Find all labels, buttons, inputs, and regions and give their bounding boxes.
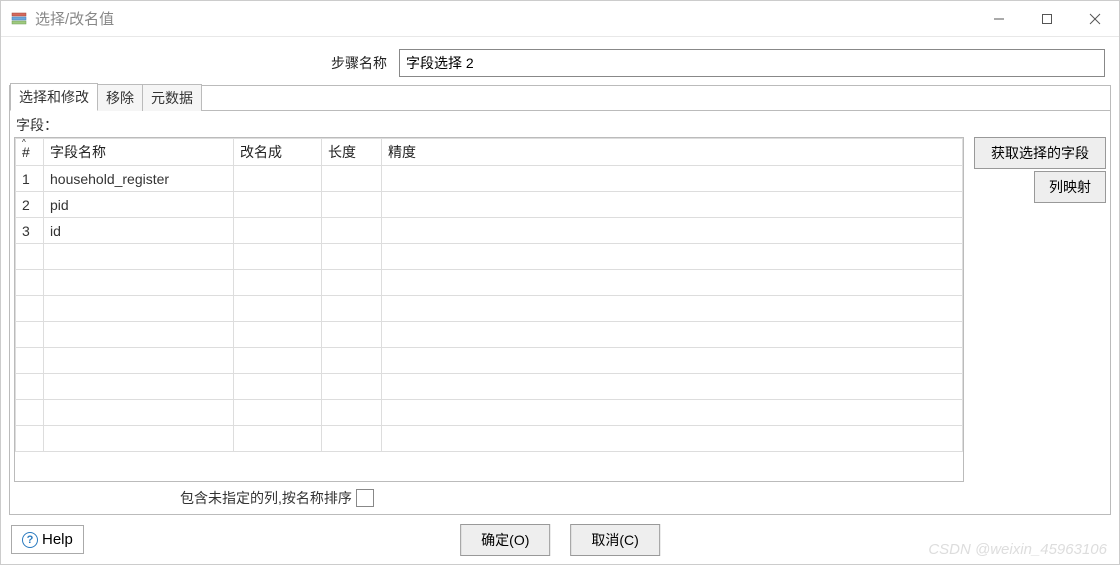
app-icon [9, 9, 29, 29]
fields-caption: 字段： [10, 111, 1110, 137]
table-row[interactable] [16, 374, 963, 400]
cell-length[interactable] [322, 218, 382, 244]
table-row[interactable]: 3 id [16, 218, 963, 244]
step-name-label: 步骤名称 [15, 53, 393, 73]
include-unspecified-label: 包含未指定的列,按名称排序 [180, 488, 352, 508]
table-row[interactable] [16, 348, 963, 374]
tabs: 选择和修改 移除 元数据 [10, 85, 1110, 111]
table-row[interactable] [16, 296, 963, 322]
cell-rename[interactable] [234, 192, 322, 218]
cell-index: 2 [16, 192, 44, 218]
cancel-button[interactable]: 取消(C) [570, 524, 659, 556]
help-label: Help [42, 531, 73, 548]
cell-length[interactable] [322, 192, 382, 218]
close-button[interactable] [1071, 1, 1119, 37]
col-header-name[interactable]: 字段名称 [44, 139, 234, 166]
col-header-rename[interactable]: 改名成 [234, 139, 322, 166]
col-header-length[interactable]: 长度 [322, 139, 382, 166]
cell-index: 3 [16, 218, 44, 244]
table-row[interactable] [16, 400, 963, 426]
maximize-button[interactable] [1023, 1, 1071, 37]
tab-metadata[interactable]: 元数据 [142, 84, 202, 111]
cell-name[interactable]: id [44, 218, 234, 244]
table-row[interactable]: 1 household_register [16, 166, 963, 192]
watermark: CSDN @weixin_45963106 [928, 541, 1107, 558]
get-fields-button[interactable]: 获取选择的字段 [974, 137, 1106, 169]
help-icon: ? [22, 532, 38, 548]
include-unspecified-checkbox[interactable] [356, 489, 374, 507]
step-name-row: 步骤名称 [1, 37, 1119, 85]
col-header-precision[interactable]: 精度 [382, 139, 963, 166]
cell-length[interactable] [322, 166, 382, 192]
titlebar: 选择/改名值 [1, 1, 1119, 37]
dialog-window: 选择/改名值 步骤名称 选择和修改 移除 元数据 字段： [0, 0, 1120, 565]
help-button[interactable]: ? Help [11, 525, 84, 554]
table-row[interactable] [16, 244, 963, 270]
table-header-row: #^ 字段名称 改名成 长度 精度 [16, 139, 963, 166]
cell-precision[interactable] [382, 166, 963, 192]
content-row: #^ 字段名称 改名成 长度 精度 1 household_register [10, 137, 1110, 482]
cell-rename[interactable] [234, 218, 322, 244]
table-row[interactable]: 2 pid [16, 192, 963, 218]
table-row[interactable] [16, 270, 963, 296]
cell-name[interactable]: pid [44, 192, 234, 218]
footer: ? Help 确定(O) 取消(C) CSDN @weixin_45963106 [1, 519, 1119, 564]
cell-precision[interactable] [382, 218, 963, 244]
cell-index: 1 [16, 166, 44, 192]
tab-select-modify[interactable]: 选择和修改 [10, 83, 98, 111]
cell-rename[interactable] [234, 166, 322, 192]
tab-remove[interactable]: 移除 [97, 84, 143, 111]
table-row[interactable] [16, 426, 963, 452]
minimize-button[interactable] [975, 1, 1023, 37]
cell-precision[interactable] [382, 192, 963, 218]
window-title: 选择/改名值 [35, 8, 114, 29]
fields-grid[interactable]: #^ 字段名称 改名成 长度 精度 1 household_register [14, 137, 964, 482]
body-panel: 选择和修改 移除 元数据 字段： #^ 字段名称 改名成 长度 [9, 85, 1111, 515]
step-name-input[interactable] [399, 49, 1105, 77]
cell-name[interactable]: household_register [44, 166, 234, 192]
ok-button[interactable]: 确定(O) [460, 524, 550, 556]
side-buttons: 获取选择的字段 列映射 [964, 137, 1106, 482]
table-row[interactable] [16, 322, 963, 348]
col-header-index[interactable]: #^ [16, 139, 44, 166]
column-mapping-button[interactable]: 列映射 [1034, 171, 1106, 203]
include-unspecified-row: 包含未指定的列,按名称排序 [10, 482, 1110, 514]
